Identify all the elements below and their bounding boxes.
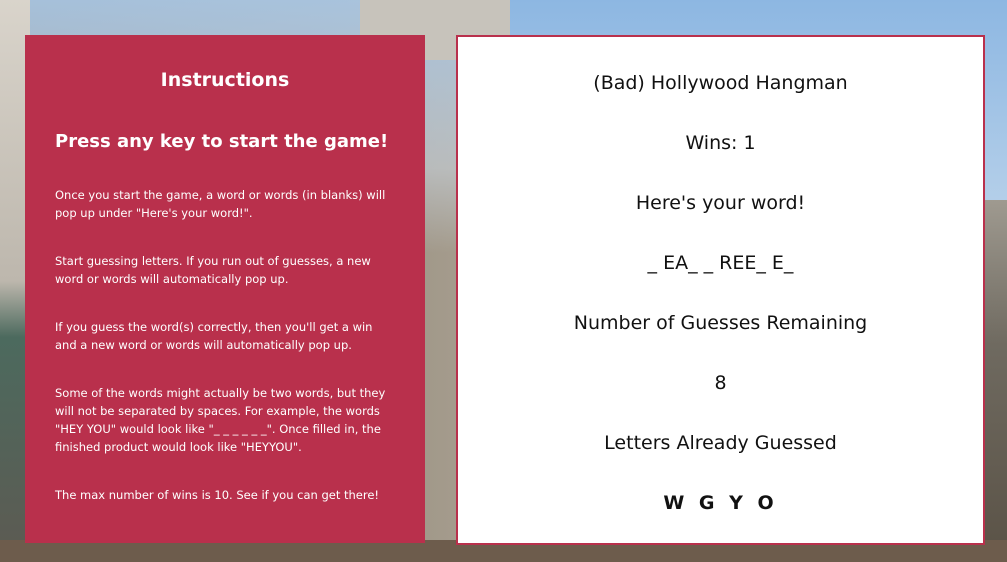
wins-counter: Wins: 1 — [685, 132, 756, 154]
guesses-heading: Number of Guesses Remaining — [573, 312, 868, 334]
game-title: (Bad) Hollywood Hangman — [593, 72, 848, 94]
game-panel: (Bad) Hollywood Hangman Wins: 1 Here's y… — [456, 35, 985, 545]
word-display: _ EA_ _ REE_ E_ — [647, 252, 794, 274]
start-prompt: Press any key to start the game! — [55, 131, 389, 152]
instruction-paragraph: Once you start the game, a word or words… — [55, 188, 386, 220]
instructions-title: Instructions — [160, 69, 290, 91]
letters-guessed: W G Y O — [663, 492, 778, 514]
instruction-paragraph: The max number of wins is 10. See if you… — [55, 488, 380, 502]
word-heading: Here's your word! — [635, 192, 806, 214]
instruction-paragraph: If you guess the word(s) correctly, then… — [55, 320, 373, 352]
guesses-remaining: 8 — [714, 372, 727, 394]
instruction-paragraph: Start guessing letters. If you run out o… — [55, 254, 371, 286]
letters-heading: Letters Already Guessed — [604, 432, 837, 454]
instruction-paragraph: Some of the words might actually be two … — [55, 386, 386, 454]
instructions-panel: Instructions Press any key to start the … — [25, 35, 425, 543]
